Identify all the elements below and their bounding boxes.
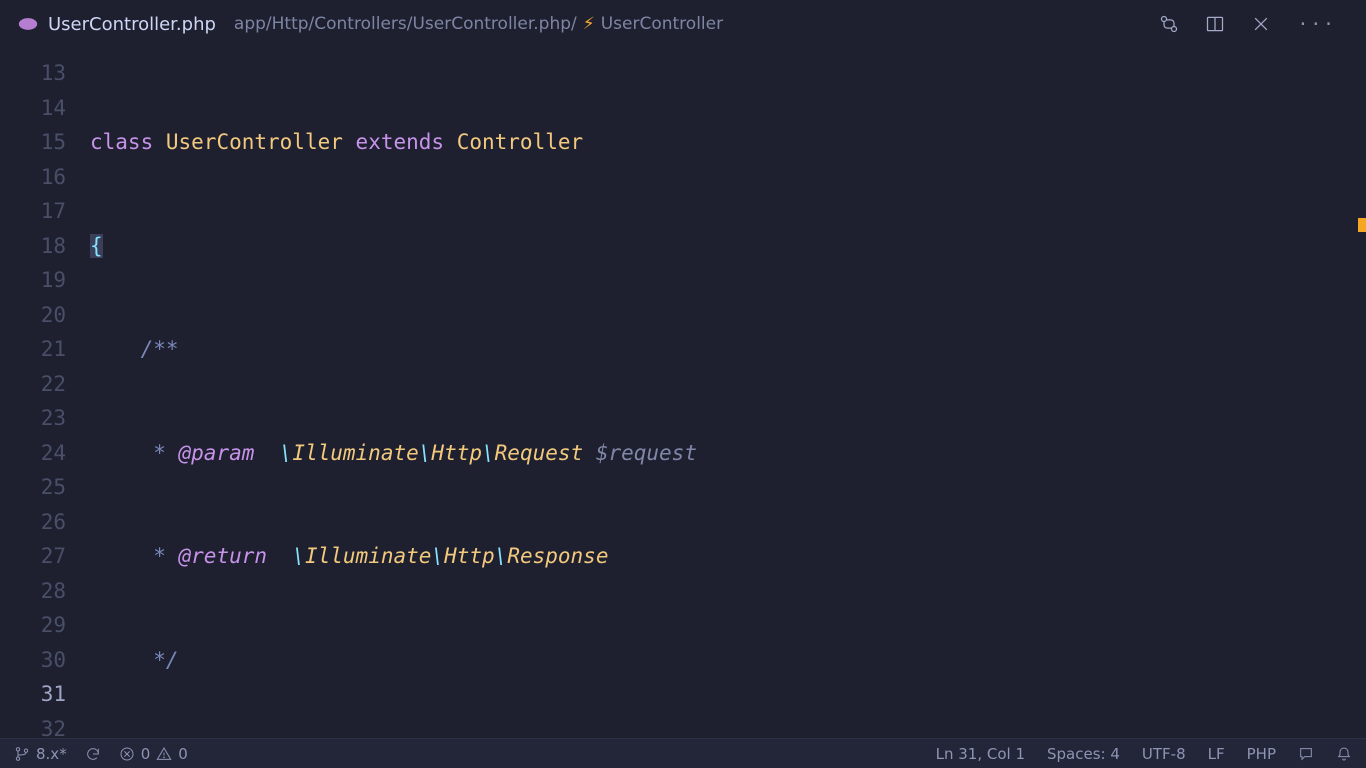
line-number: 20 <box>0 298 66 333</box>
feedback-icon[interactable] <box>1298 746 1314 762</box>
line-number-gutter: 1314151617181920212223242526272829303132 <box>0 48 90 738</box>
line-number: 26 <box>0 505 66 540</box>
encoding-status[interactable]: UTF-8 <box>1142 745 1186 763</box>
line-number: 19 <box>0 263 66 298</box>
line-number: 22 <box>0 367 66 402</box>
code-editor[interactable]: 1314151617181920212223242526272829303132… <box>0 48 1366 738</box>
warning-icon <box>156 746 172 762</box>
line-number: 28 <box>0 574 66 609</box>
php-file-icon <box>18 14 38 34</box>
line-number: 21 <box>0 332 66 367</box>
eol-status[interactable]: LF <box>1208 745 1225 763</box>
line-number: 29 <box>0 608 66 643</box>
line-number: 30 <box>0 643 66 678</box>
editor-tab[interactable]: UserController.php <box>8 0 226 48</box>
problems-status[interactable]: 0 0 <box>119 745 188 763</box>
line-number: 13 <box>0 56 66 91</box>
cursor-position-status[interactable]: Ln 31, Col 1 <box>936 745 1025 763</box>
line-number: 17 <box>0 194 66 229</box>
git-branch-icon <box>14 746 30 762</box>
sync-icon <box>85 746 101 762</box>
breadcrumb-path: app/Http/Controllers/UserController.php/ <box>234 14 577 34</box>
close-icon[interactable] <box>1251 14 1271 34</box>
class-symbol-icon: ⚡ <box>583 14 595 34</box>
notifications-icon[interactable] <box>1336 746 1352 762</box>
code-content[interactable]: class UserController extends Controller … <box>90 48 1366 738</box>
line-number: 18 <box>0 229 66 264</box>
git-branch-status[interactable]: 8.x* <box>14 745 67 763</box>
line-number: 32 <box>0 712 66 739</box>
error-icon <box>119 746 135 762</box>
line-number: 23 <box>0 401 66 436</box>
tab-filename: UserController.php <box>48 14 216 35</box>
split-editor-icon[interactable] <box>1205 14 1225 34</box>
line-number: 14 <box>0 91 66 126</box>
breadcrumb-symbol: UserController <box>601 14 723 34</box>
line-number: 31 <box>0 677 66 712</box>
line-number: 16 <box>0 160 66 195</box>
compare-changes-icon[interactable] <box>1159 14 1179 34</box>
status-bar: 8.x* 0 0 Ln 31, Col 1 Spaces: 4 UTF-8 LF… <box>0 738 1366 768</box>
editor-actions: ··· <box>1159 14 1358 35</box>
more-actions-icon[interactable]: ··· <box>1297 14 1336 35</box>
indentation-status[interactable]: Spaces: 4 <box>1047 745 1120 763</box>
sync-status[interactable] <box>85 746 101 762</box>
breadcrumb[interactable]: app/Http/Controllers/UserController.php/… <box>226 14 723 34</box>
line-number: 27 <box>0 539 66 574</box>
line-number: 24 <box>0 436 66 471</box>
line-number: 25 <box>0 470 66 505</box>
line-number: 15 <box>0 125 66 160</box>
language-mode-status[interactable]: PHP <box>1247 745 1276 763</box>
tab-bar: UserController.php app/Http/Controllers/… <box>0 0 1366 48</box>
